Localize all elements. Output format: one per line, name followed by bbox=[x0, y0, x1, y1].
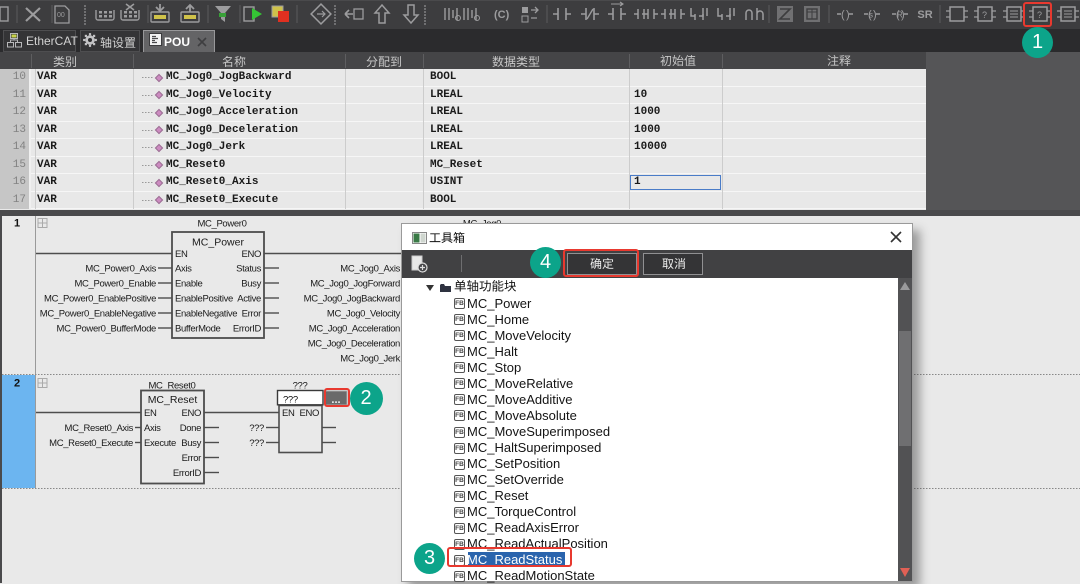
svg-text:ErrorID: ErrorID bbox=[173, 468, 202, 479]
svg-text:MC_Jog0_Acceleration: MC_Jog0_Acceleration bbox=[309, 323, 400, 334]
svg-text:MC_Jog0_Deceleration: MC_Jog0_Deceleration bbox=[308, 338, 400, 349]
svg-text:MC_Jog0_JogForward: MC_Jog0_JogForward bbox=[310, 278, 400, 289]
svg-text:MC_Power0_BufferMode: MC_Power0_BufferMode bbox=[57, 323, 157, 334]
svg-text:(: ( bbox=[841, 9, 845, 21]
svg-text:MC_Power: MC_Power bbox=[192, 236, 244, 248]
svg-text:Error: Error bbox=[242, 308, 262, 319]
svg-text:ENO: ENO bbox=[299, 408, 319, 419]
svg-text:MC_Reset0_Axis: MC_Reset0_Axis bbox=[65, 423, 134, 434]
svg-text:MC_Power0_EnableNegative: MC_Power0_EnableNegative bbox=[40, 308, 156, 319]
svg-text:MC_Power0: MC_Power0 bbox=[197, 218, 246, 229]
svg-text:?: ? bbox=[982, 10, 987, 20]
svg-text:???: ??? bbox=[249, 423, 264, 434]
svg-text:MC_Reset0_Execute: MC_Reset0_Execute bbox=[49, 438, 133, 449]
svg-text:ErrorID: ErrorID bbox=[233, 323, 262, 334]
svg-text:ENO: ENO bbox=[181, 408, 201, 419]
svg-text:MC_Jog0_Jerk: MC_Jog0_Jerk bbox=[340, 353, 400, 364]
svg-text:???: ??? bbox=[283, 394, 298, 405]
svg-text:Enable: Enable bbox=[175, 278, 203, 289]
svg-text:(C): (C) bbox=[494, 9, 510, 21]
svg-text:MC_Jog0_Axis: MC_Jog0_Axis bbox=[340, 263, 400, 274]
svg-text:SR: SR bbox=[917, 9, 932, 21]
svg-text:MC_Reset: MC_Reset bbox=[148, 394, 198, 406]
svg-text:ENO: ENO bbox=[241, 249, 261, 260]
svg-text:): ) bbox=[846, 9, 850, 21]
svg-text:Execute: Execute bbox=[144, 438, 176, 449]
svg-text:BufferMode: BufferMode bbox=[175, 323, 221, 334]
svg-text:1: 1 bbox=[14, 217, 20, 229]
svg-text:EN: EN bbox=[144, 408, 157, 419]
svg-text:Busy: Busy bbox=[241, 278, 261, 289]
svg-text:): ) bbox=[873, 9, 877, 21]
svg-text:2: 2 bbox=[14, 377, 20, 389]
svg-text:Error: Error bbox=[182, 453, 202, 464]
svg-text:EnablePositive: EnablePositive bbox=[175, 293, 233, 304]
svg-text:MC_Jog0_JogBackward: MC_Jog0_JogBackward bbox=[304, 293, 400, 304]
svg-text:MC_Power0_Enable: MC_Power0_Enable bbox=[74, 278, 156, 289]
svg-text:???: ??? bbox=[249, 438, 264, 449]
svg-text:00: 00 bbox=[57, 12, 65, 19]
svg-text:Axis: Axis bbox=[175, 263, 192, 274]
svg-text:R: R bbox=[897, 11, 903, 20]
svg-text:Done: Done bbox=[180, 423, 201, 434]
svg-text:Axis: Axis bbox=[144, 423, 161, 434]
svg-text:MC_Power0_EnablePositive: MC_Power0_EnablePositive bbox=[44, 293, 156, 304]
svg-text:MC_Jog0_Velocity: MC_Jog0_Velocity bbox=[327, 308, 401, 319]
svg-text:EN: EN bbox=[175, 249, 188, 260]
svg-text:Status: Status bbox=[236, 263, 261, 274]
svg-text:Busy: Busy bbox=[181, 438, 201, 449]
svg-text:Active: Active bbox=[237, 293, 261, 304]
svg-text:MC_Power0_Axis: MC_Power0_Axis bbox=[85, 263, 156, 274]
svg-text:s: s bbox=[869, 11, 873, 20]
svg-text:EN: EN bbox=[282, 408, 295, 419]
svg-text:EnableNegative: EnableNegative bbox=[175, 308, 237, 319]
